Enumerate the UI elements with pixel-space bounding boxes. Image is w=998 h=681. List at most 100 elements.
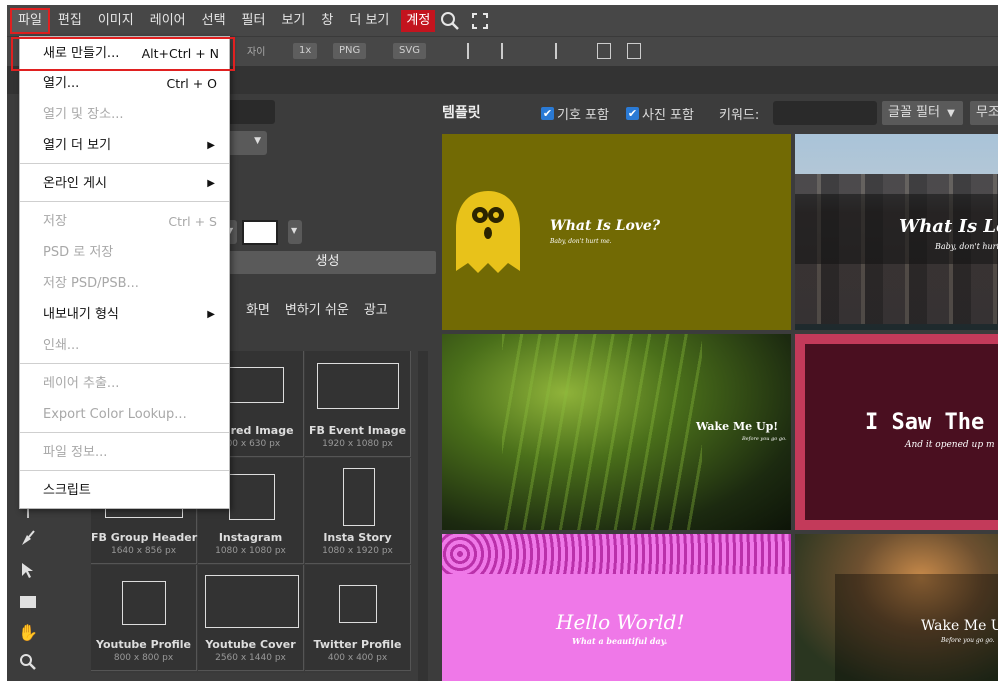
preset-fb-event-image[interactable]: FB Event Image 1920 x 1080 px	[305, 351, 411, 457]
create-button[interactable]: 생성	[219, 251, 436, 274]
menu-filter[interactable]: 필터	[234, 8, 274, 34]
keyword-label: 키워드:	[719, 108, 760, 123]
menu-edit[interactable]: 편집	[50, 8, 90, 34]
submenu-arrow-icon: ▶	[207, 140, 215, 151]
preset-youtube-cover[interactable]: Youtube Cover 2560 x 1440 px	[198, 565, 304, 671]
menu-item-label: 저장	[43, 214, 67, 229]
tile-subtitle: What a beautiful day.	[572, 636, 668, 646]
templates-panel: 템플릿 ✔ 기호 포함 ✔ 사진 포함 키워드: 글꼴 필터 ▼ 무조 What…	[440, 94, 998, 681]
preset-thumbnail	[229, 474, 275, 520]
preset-insta-story[interactable]: Insta Story 1080 x 1920 px	[305, 458, 411, 564]
template-tile[interactable]: What Is Love? Baby, don't hurt me.	[442, 134, 791, 330]
template-tile[interactable]: Hello World! What a beautiful day.	[442, 534, 791, 681]
preset-size: 2560 x 1440 px	[215, 653, 286, 663]
fullscreen-icon[interactable]	[465, 8, 495, 34]
zoom-tool-icon[interactable]	[17, 651, 39, 673]
menu-item-script[interactable]: 스크립트	[20, 475, 229, 506]
tile-title: I Saw The	[865, 410, 985, 435]
menu-item-export-color-lookup[interactable]: Export Color Lookup...	[20, 399, 229, 430]
menu-separator	[20, 432, 229, 433]
account-button[interactable]: 계정	[401, 9, 436, 32]
include-photos-checkbox[interactable]: ✔ 사진 포함	[626, 104, 694, 123]
preset-categories: 진 화면 변하기 쉬운 광고	[219, 299, 388, 318]
menu-layer[interactable]: 레이어	[142, 8, 194, 34]
menu-item-new[interactable]: 새로 만들기... Alt+Ctrl + N	[11, 37, 235, 71]
menu-image[interactable]: 이미지	[90, 8, 142, 34]
font-filter-label: 글꼴 필터	[888, 105, 940, 120]
checkmark-icon: ✔	[541, 107, 554, 120]
preset-thumbnail	[339, 585, 377, 623]
font-filter-select[interactable]: 글꼴 필터 ▼	[882, 101, 963, 125]
align-right-icon[interactable]	[555, 43, 565, 59]
preset-name: Twitter Profile	[313, 638, 402, 651]
menu-item-label: Export Color Lookup...	[43, 407, 187, 422]
menu-item-save-as-psd[interactable]: PSD 로 저장	[20, 237, 229, 268]
menu-separator	[20, 470, 229, 471]
distribute-icon-2[interactable]	[627, 43, 641, 59]
menu-item-open[interactable]: 열기... Ctrl + O	[20, 68, 229, 99]
menu-item-export-layers[interactable]: 레이어 추출...	[20, 368, 229, 399]
export-png-button[interactable]: PNG	[333, 43, 367, 59]
preset-twitter-profile[interactable]: Twitter Profile 400 x 400 px	[305, 565, 411, 671]
file-menu-dropdown: 새로 만들기... Alt+Ctrl + N 열기... Ctrl + O 열기…	[11, 36, 235, 509]
preset-size: 1640 x 856 px	[110, 546, 177, 556]
ghost-icon	[456, 191, 520, 273]
path-select-tool-icon[interactable]	[17, 559, 39, 581]
menu-more[interactable]: 더 보기	[341, 8, 397, 34]
menu-item-label: 스크립트	[43, 483, 91, 498]
menu-item-save[interactable]: 저장 Ctrl + S	[20, 206, 229, 237]
menu-item-label: 열기 더 보기	[43, 138, 112, 153]
menu-item-shortcut: Ctrl + O	[166, 76, 217, 91]
category-tab[interactable]: 변하기 쉬운	[285, 299, 349, 318]
category-tab[interactable]: 광고	[364, 299, 388, 318]
menu-item-label: 레이어 추출...	[43, 376, 120, 391]
menu-item-publish-online[interactable]: 온라인 게시 ▶	[20, 168, 229, 199]
pen-tool-icon[interactable]	[17, 527, 39, 549]
menu-item-export-as[interactable]: 내보내기 형식 ▶	[20, 299, 229, 330]
distribute-icon[interactable]	[597, 43, 611, 59]
template-tile[interactable]: Wake Me Up! Before you go go.	[442, 334, 791, 530]
background-select[interactable]: ▼	[288, 220, 302, 244]
menu-select[interactable]: 선택	[194, 8, 234, 34]
export-svg-button[interactable]: SVG	[393, 43, 426, 59]
menu-item-open-and-place[interactable]: 열기 및 장소...	[20, 99, 229, 130]
menu-item-file-info[interactable]: 파일 정보...	[20, 437, 229, 468]
free-filter-select[interactable]: 무조	[970, 101, 998, 125]
include-symbols-checkbox[interactable]: ✔ 기호 포함	[541, 104, 609, 123]
align-left-icon[interactable]	[467, 43, 477, 59]
category-tab[interactable]: 화면	[246, 299, 270, 318]
keyword-input[interactable]	[773, 101, 877, 125]
menu-bar: 파일 편집 이미지 레이어 선택 필터 보기 창 더 보기 계정	[7, 5, 998, 36]
checkmark-icon: ✔	[626, 107, 639, 120]
rectangle-tool-icon[interactable]	[17, 591, 39, 613]
menu-separator	[20, 201, 229, 202]
menu-item-open-more[interactable]: 열기 더 보기 ▶	[20, 130, 229, 161]
tile-subtitle: Before you go go.	[941, 637, 995, 644]
chevron-down-icon: ▼	[254, 136, 261, 146]
scale-select[interactable]: 1x	[293, 43, 318, 59]
menu-item-print[interactable]: 인쇄...	[20, 330, 229, 361]
template-tile[interactable]: What Is Lo Baby, don't hurt m	[795, 134, 998, 330]
preset-youtube-profile[interactable]: Youtube Profile 800 x 800 px	[91, 565, 197, 671]
preset-name: Insta Story	[323, 531, 392, 544]
menu-item-label: 내보내기 형식	[43, 307, 119, 322]
menu-window[interactable]: 창	[313, 8, 341, 34]
menu-item-label: 열기...	[43, 76, 80, 91]
background-color-swatch[interactable]	[242, 220, 278, 245]
template-tile[interactable]: I Saw The And it opened up m	[795, 334, 998, 530]
menu-view[interactable]: 보기	[273, 8, 313, 34]
hand-tool-icon[interactable]: ✋	[17, 621, 39, 643]
menu-item-label: 온라인 게시	[43, 176, 107, 191]
align-center-icon[interactable]	[501, 43, 511, 59]
preset-name: Youtube Cover	[205, 638, 296, 651]
tile-subtitle: Baby, don't hurt m	[935, 242, 998, 251]
menu-item-shortcut: Alt+Ctrl + N	[141, 46, 219, 61]
preset-thumbnail	[222, 367, 284, 403]
menu-file[interactable]: 파일	[10, 7, 50, 34]
template-tile[interactable]: Wake Me U Before you go go.	[795, 534, 998, 681]
tile-title: What Is Lo	[899, 216, 998, 237]
preset-scrollbar[interactable]	[418, 351, 428, 681]
menu-item-save-psd-psb[interactable]: 저장 PSD/PSB...	[20, 268, 229, 299]
search-icon[interactable]	[435, 8, 465, 34]
menu-item-label: 파일 정보...	[43, 445, 108, 460]
